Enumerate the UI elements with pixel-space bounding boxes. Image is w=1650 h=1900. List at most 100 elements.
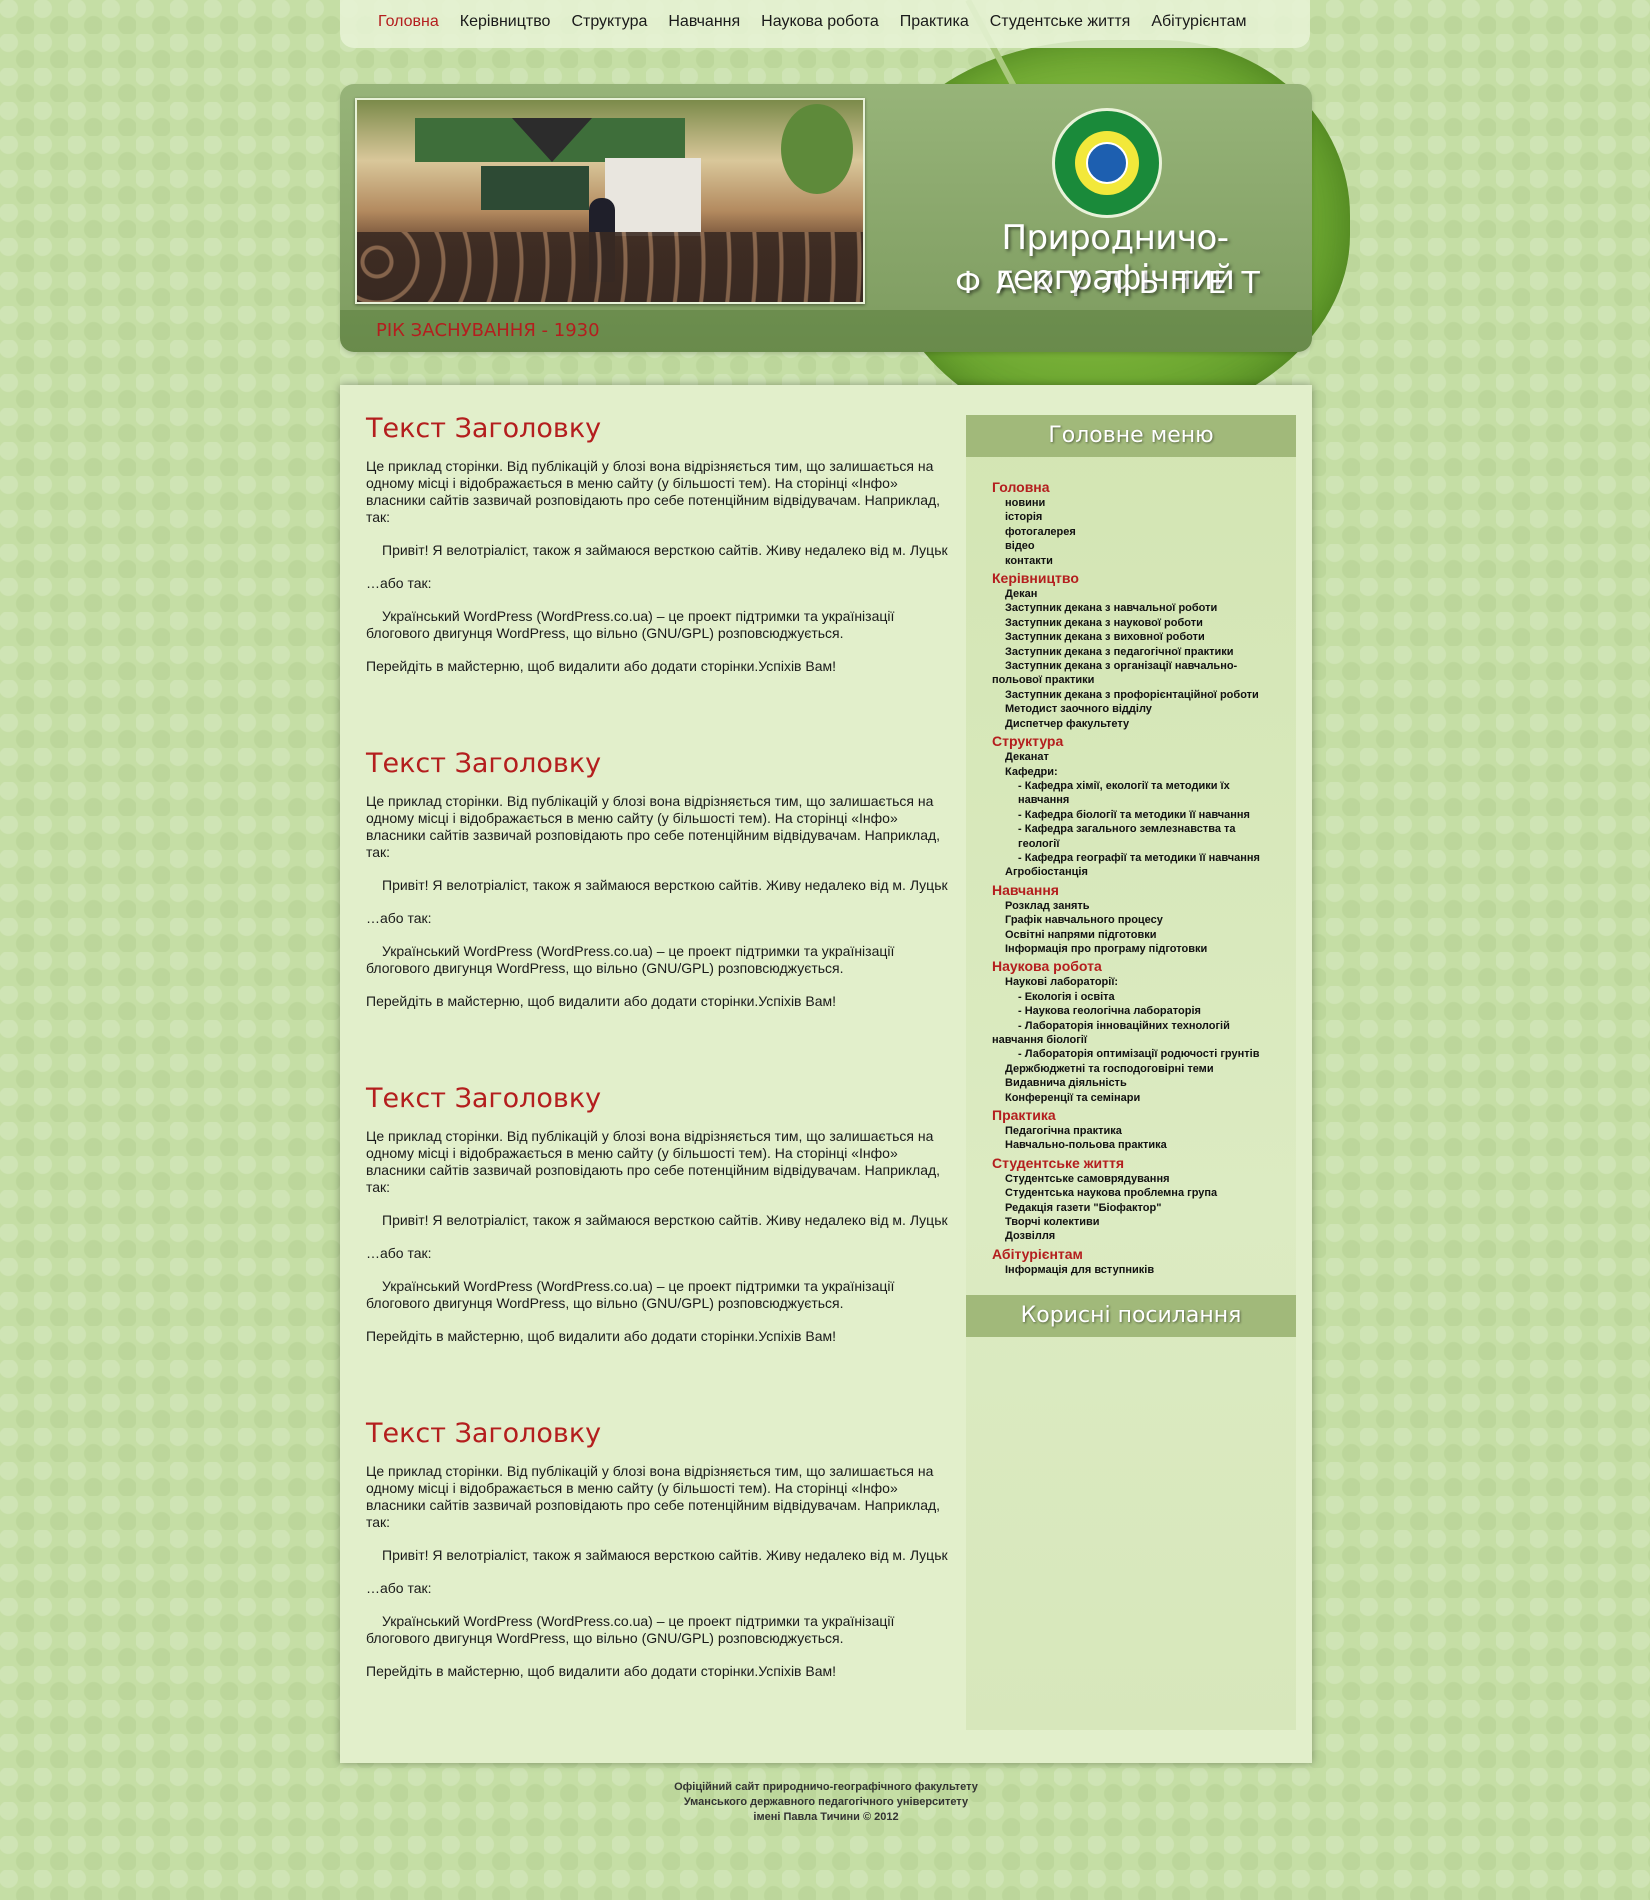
menu-item-link[interactable]: Редакція газети "Біофактор" xyxy=(992,1201,1280,1215)
globe-icon xyxy=(1086,142,1128,184)
menu-item-link[interactable]: історія xyxy=(992,510,1280,524)
menu-item-link[interactable]: Навчально-польова практика xyxy=(992,1138,1280,1152)
logo-inner xyxy=(1075,131,1139,195)
menu-item-link[interactable]: - Наукова геологічна лабораторія xyxy=(992,1004,1280,1018)
post-paragraph: Український WordPress (WordPress.co.ua) … xyxy=(366,608,895,641)
menu-item-link[interactable]: - Кафедра географії та методики її навча… xyxy=(992,851,1280,865)
menu-item-link[interactable]: Видавнича діяльність xyxy=(992,1076,1280,1090)
menu-item-link[interactable]: - Кафедра загального землезнавства та ге… xyxy=(992,822,1280,851)
menu-section-link[interactable]: Керівництво xyxy=(992,570,1280,587)
post-paragraph: Привіт! Я велотріаліст, також я займаюся… xyxy=(382,877,948,893)
menu-item-link[interactable]: Дозвілля xyxy=(992,1229,1280,1243)
menu-item-link[interactable]: контакти xyxy=(992,554,1280,568)
faculty-subtitle: ФАКУЛЬТЕТ xyxy=(955,266,1275,301)
post-paragraph: …або так: xyxy=(366,575,432,591)
menu-item-link[interactable]: Заступник декана з педагогічної практики xyxy=(992,645,1280,659)
content-column: Текст Заголовку Це приклад сторінки. Від … xyxy=(366,413,951,1753)
menu-item-link[interactable]: Наукові лабораторії: xyxy=(992,975,1280,989)
footer-line-3: імені Павла Тичини © 2012 xyxy=(753,1811,899,1823)
nav-item[interactable]: Керівництво xyxy=(460,13,551,31)
menu-item-link[interactable]: відео xyxy=(992,539,1280,553)
post-paragraph: Привіт! Я велотріаліст, також я займаюся… xyxy=(382,1212,948,1228)
menu-item-link[interactable]: Заступник декана з виховної роботи xyxy=(992,630,1280,644)
menu-item-link[interactable]: Кафедри: xyxy=(992,765,1280,779)
post-paragraph: Український WordPress (WordPress.co.ua) … xyxy=(366,1278,895,1311)
menu-item-link[interactable]: Декан xyxy=(992,587,1280,601)
post-title[interactable]: Текст Заголовку xyxy=(366,1418,951,1449)
post-paragraph: Привіт! Я велотріаліст, також я займаюся… xyxy=(382,1547,948,1563)
menu-section-link[interactable]: Абітурієнтам xyxy=(992,1246,1280,1263)
post: Текст Заголовку Це приклад сторінки. Від … xyxy=(366,1418,951,1753)
menu-section-link[interactable]: Практика xyxy=(992,1107,1280,1124)
footer-line-1: Офіційний сайт природничо-географічного … xyxy=(674,1781,978,1793)
post-title[interactable]: Текст Заголовку xyxy=(366,748,951,779)
main-menu: Головна новини історія фотогалерея відео конт… xyxy=(966,457,1296,1295)
menu-section-link[interactable]: Головна xyxy=(992,479,1280,496)
post-paragraph: Це приклад сторінки. Від публікацій у бл… xyxy=(366,1463,941,1530)
menu-item-link[interactable]: - Лабораторія оптимізації родючості грун… xyxy=(992,1047,1280,1061)
faculty-logo-icon[interactable] xyxy=(1052,108,1162,218)
menu-section-link[interactable]: Навчання xyxy=(992,882,1280,899)
menu-item-link[interactable]: фотогалерея xyxy=(992,525,1280,539)
founded-year: РІК ЗАСНУВАННЯ - 1930 xyxy=(376,320,600,341)
useful-links-title: Корисні посилання xyxy=(966,1295,1296,1338)
post-paragraph: Перейдіть в майстерню, щоб видалити або … xyxy=(366,658,837,674)
photo-screen xyxy=(605,158,701,236)
menu-item-link[interactable]: Педагогічна практика xyxy=(992,1124,1280,1138)
menu-item-link[interactable]: Студентська наукова проблемна група xyxy=(992,1186,1280,1200)
menu-item-link[interactable]: новини xyxy=(992,496,1280,510)
post-paragraph: Український WordPress (WordPress.co.ua) … xyxy=(366,943,895,976)
menu-item-link[interactable]: Заступник декана з організації навчально… xyxy=(992,659,1280,688)
nav-item[interactable]: Наукова робота xyxy=(761,13,879,31)
post: Текст Заголовку Це приклад сторінки. Від … xyxy=(366,1083,951,1418)
menu-section-link[interactable]: Наукова робота xyxy=(992,958,1280,975)
menu-item-link[interactable]: Студентське самоврядування xyxy=(992,1172,1280,1186)
menu-item-link[interactable]: Заступник декана з профорієнтаційної роб… xyxy=(992,688,1280,702)
post-paragraph: Перейдіть в майстерню, щоб видалити або … xyxy=(366,993,837,1009)
post-paragraph: Український WordPress (WordPress.co.ua) … xyxy=(366,1613,895,1646)
post-paragraph: Перейдіть в майстерню, щоб видалити або … xyxy=(366,1663,837,1679)
nav-item[interactable]: Головна xyxy=(378,13,439,31)
menu-item-link[interactable]: Освітні напрями підготовки xyxy=(992,928,1280,942)
post-title[interactable]: Текст Заголовку xyxy=(366,413,951,444)
post-title[interactable]: Текст Заголовку xyxy=(366,1083,951,1114)
menu-item-link[interactable]: Заступник декана з навчальної роботи xyxy=(992,601,1280,615)
photo-tree xyxy=(781,104,853,194)
post-paragraph: …або так: xyxy=(366,1580,432,1596)
menu-item-link[interactable]: Методист заочного відділу xyxy=(992,702,1280,716)
menu-item-link[interactable]: Інформація для вступників xyxy=(992,1263,1280,1277)
menu-item-link[interactable]: - Екологія і освіта xyxy=(992,990,1280,1004)
top-navigation: Головна Керівництво Структура Навчання Науко… xyxy=(340,0,1310,48)
post-paragraph: Привіт! Я велотріаліст, також я займаюся… xyxy=(382,542,948,558)
main-menu-title: Головне меню xyxy=(966,415,1296,457)
post: Текст Заголовку Це приклад сторінки. Від … xyxy=(366,748,951,1083)
photo-audience xyxy=(357,232,863,302)
post-paragraph: Перейдіть в майстерню, щоб видалити або … xyxy=(366,1328,837,1344)
menu-item-link[interactable]: Заступник декана з наукової роботи xyxy=(992,616,1280,630)
nav-item[interactable]: Навчання xyxy=(668,13,740,31)
main-panel: Текст Заголовку Це приклад сторінки. Від … xyxy=(340,385,1312,1763)
menu-section-link[interactable]: Студентське життя xyxy=(992,1155,1280,1172)
menu-item-link[interactable]: Агробіостанція xyxy=(992,865,1280,879)
menu-item-link[interactable]: - Лабораторія інноваційних технологій на… xyxy=(992,1019,1280,1048)
nav-item[interactable]: Абітурієнтам xyxy=(1151,13,1246,31)
menu-item-link[interactable]: Інформація про програму підготовки xyxy=(992,942,1280,956)
menu-item-link[interactable]: Держбюджетні та господоговірні теми xyxy=(992,1062,1280,1076)
menu-item-link[interactable]: - Кафедра хімії, екології та методики їх… xyxy=(992,779,1280,808)
menu-item-link[interactable]: Деканат xyxy=(992,750,1280,764)
menu-item-link[interactable]: Диспетчер факультету xyxy=(992,717,1280,731)
menu-item-link[interactable]: - Кафедра біології та методики її навчан… xyxy=(992,808,1280,822)
post-paragraph: …або так: xyxy=(366,910,432,926)
menu-item-link[interactable]: Творчі колективи xyxy=(992,1215,1280,1229)
menu-item-link[interactable]: Розклад занять xyxy=(992,899,1280,913)
menu-item-link[interactable]: Графік навчального процесу xyxy=(992,913,1280,927)
nav-item[interactable]: Студентське життя xyxy=(990,13,1131,31)
menu-section-link[interactable]: Структура xyxy=(992,733,1280,750)
menu-item-link[interactable]: Конференції та семінари xyxy=(992,1091,1280,1105)
photo-chalkboard xyxy=(481,166,589,210)
post-paragraph: …або так: xyxy=(366,1245,432,1261)
nav-item[interactable]: Практика xyxy=(900,13,969,31)
footer-line-2: Уманського державного педагогічного унів… xyxy=(683,1796,969,1808)
sidebar: Головне меню Головна новини історія фотогал… xyxy=(966,415,1296,1730)
nav-item[interactable]: Структура xyxy=(571,13,647,31)
